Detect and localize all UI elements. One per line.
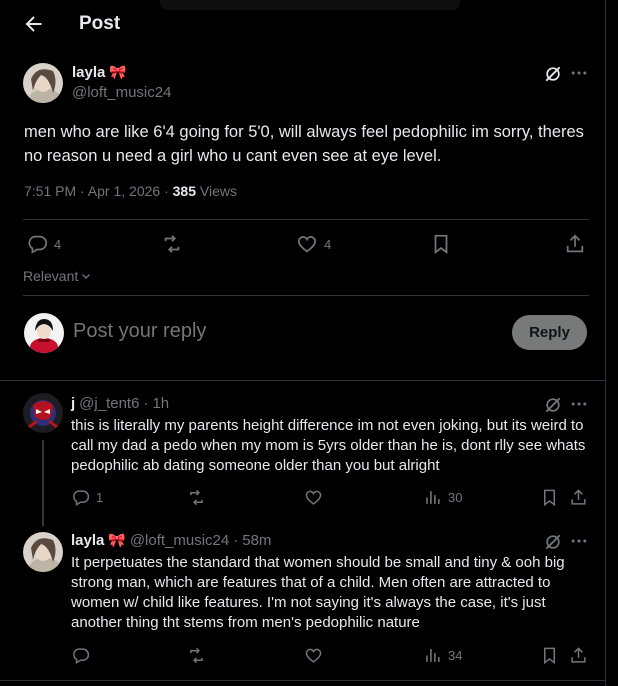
more-icon[interactable]	[569, 531, 589, 551]
reply-action[interactable]	[71, 646, 96, 665]
comment-age[interactable]: 58m	[242, 532, 271, 549]
views-count: 34	[448, 648, 463, 663]
top-bar: Post	[0, 0, 605, 50]
post-time[interactable]: 7:51 PM · Apr 1, 2026 ·	[24, 183, 173, 199]
like-icon	[305, 648, 322, 663]
page-title: Post	[79, 13, 121, 34]
bookmark-icon[interactable]	[540, 488, 559, 507]
comment-author-handle[interactable]: @loft_music24	[130, 532, 229, 549]
reply-input[interactable]	[73, 320, 493, 343]
reply-action[interactable]: 1	[71, 488, 103, 507]
comment-text: this is literally my parents height diff…	[71, 417, 586, 474]
divider	[23, 219, 589, 220]
author-name[interactable]: layla	[72, 64, 105, 81]
like-action[interactable]	[304, 488, 323, 507]
like-count: 4	[324, 236, 332, 252]
repost-action[interactable]	[187, 646, 206, 665]
grok-icon[interactable]	[543, 532, 563, 552]
divider	[23, 295, 589, 296]
back-arrow-icon[interactable]	[22, 12, 46, 36]
divider	[0, 680, 605, 681]
like-icon	[305, 490, 322, 505]
comment-header: layla 🎀 @loft_music24 · 58m	[71, 532, 271, 549]
share-icon[interactable]	[569, 488, 588, 507]
views-icon	[426, 649, 440, 662]
views-action[interactable]: 30	[423, 488, 462, 507]
views-action[interactable]: 34	[423, 646, 462, 665]
share-icon	[566, 234, 584, 253]
author-name-row[interactable]: layla 🎀	[72, 64, 127, 81]
top-bar-ghost	[160, 0, 460, 10]
bookmark-action[interactable]	[430, 233, 452, 255]
author-handle[interactable]: @loft_music24	[72, 84, 171, 101]
share-action[interactable]	[564, 233, 586, 255]
post-text: men who are like 6'4 going for 5'0, will…	[24, 123, 584, 165]
bow-emoji: 🎀	[109, 64, 127, 80]
comment-avatar[interactable]	[23, 393, 63, 433]
more-icon[interactable]	[569, 63, 589, 83]
views-count: 30	[448, 490, 463, 505]
avatar-image	[23, 532, 63, 572]
author-avatar[interactable]	[23, 63, 63, 103]
avatar-image	[23, 393, 63, 433]
grok-icon[interactable]	[543, 64, 563, 84]
views-count[interactable]: 385	[173, 183, 196, 199]
chevron-down-icon	[82, 274, 91, 279]
separator-dot: ·	[233, 532, 239, 549]
like-action[interactable]	[304, 646, 323, 665]
reply-icon	[73, 648, 90, 664]
current-user-avatar[interactable]	[24, 313, 64, 353]
comment-age[interactable]: 1h	[152, 395, 169, 412]
reply-count: 4	[54, 236, 62, 252]
repost-action[interactable]	[187, 488, 206, 507]
comment-author-name[interactable]: layla	[71, 532, 104, 549]
post-detail-column: Post layla 🎀 @loft_music24 men who are l…	[0, 0, 606, 686]
separator-dot: ·	[143, 395, 149, 412]
comment-header: j @j_tent6 · 1h	[71, 395, 169, 412]
divider	[0, 380, 605, 381]
reply-count: 1	[96, 490, 104, 505]
comment-text: It perpetuates the standard that women s…	[71, 554, 565, 631]
reply-action[interactable]: 4	[26, 233, 61, 255]
more-icon[interactable]	[569, 394, 589, 414]
repost-icon	[190, 489, 203, 506]
post-meta: 7:51 PM · Apr 1, 2026 · 385 Views	[24, 183, 237, 199]
views-label: Views	[196, 183, 237, 199]
comment-author-handle[interactable]: @j_tent6	[79, 395, 139, 412]
repost-action[interactable]	[161, 233, 183, 255]
repost-icon	[164, 235, 180, 253]
bookmark-icon	[434, 234, 448, 254]
sort-label: Relevant	[23, 268, 79, 284]
sort-dropdown[interactable]: Relevant	[23, 268, 92, 284]
bookmark-icon[interactable]	[540, 646, 559, 665]
reply-icon	[28, 235, 48, 254]
comment-avatar[interactable]	[23, 532, 63, 572]
avatar-image	[23, 63, 63, 103]
views-icon	[426, 491, 440, 504]
reply-icon	[73, 490, 90, 506]
like-icon	[297, 236, 317, 253]
repost-icon	[190, 647, 203, 664]
like-action[interactable]: 4	[296, 233, 331, 255]
bow-emoji: 🎀	[108, 532, 126, 548]
comment-author-name[interactable]: j	[71, 395, 75, 412]
share-icon[interactable]	[569, 646, 588, 665]
reply-button[interactable]: Reply	[512, 315, 587, 350]
thread-line	[42, 440, 44, 526]
grok-icon[interactable]	[543, 395, 563, 415]
avatar-image	[24, 313, 64, 353]
